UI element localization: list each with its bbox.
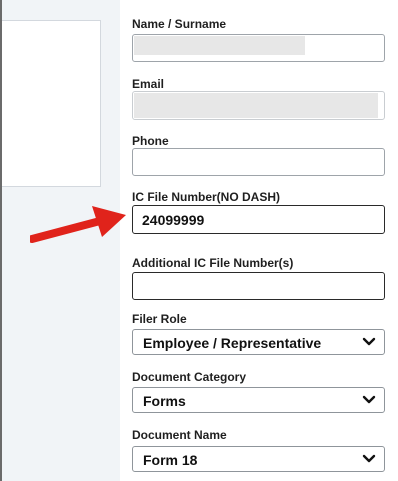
document-category-select[interactable]: Forms bbox=[132, 387, 385, 413]
redacted-value bbox=[134, 36, 305, 55]
additional-ic-label: Additional IC File Number(s) bbox=[132, 256, 294, 270]
document-name-label: Document Name bbox=[132, 428, 227, 442]
ic-file-number-label: IC File Number(NO DASH) bbox=[132, 190, 281, 204]
additional-ic-input[interactable] bbox=[132, 272, 385, 300]
ic-file-number-input[interactable]: 24099999 bbox=[132, 205, 385, 234]
phone-input[interactable] bbox=[132, 148, 385, 176]
ic-file-number-value: 24099999 bbox=[142, 212, 205, 228]
name-surname-label: Name / Surname bbox=[132, 17, 227, 31]
filing-form: Name / Surname Email Phone IC File Numbe… bbox=[120, 0, 398, 481]
red-arrow-icon bbox=[30, 206, 126, 243]
redacted-value bbox=[134, 93, 378, 118]
document-name-select[interactable]: Form 18 bbox=[132, 446, 385, 472]
chevron-down-icon bbox=[362, 395, 376, 404]
filer-role-label: Filer Role bbox=[132, 312, 187, 326]
filer-role-value: Employee / Representative bbox=[143, 335, 322, 351]
email-input[interactable] bbox=[132, 91, 385, 120]
filer-role-select[interactable]: Employee / Representative bbox=[132, 329, 385, 355]
chevron-down-icon bbox=[362, 337, 376, 346]
document-category-value: Forms bbox=[143, 393, 186, 409]
left-card bbox=[2, 20, 101, 187]
phone-label: Phone bbox=[132, 134, 169, 148]
document-category-label: Document Category bbox=[132, 370, 247, 384]
document-name-value: Form 18 bbox=[143, 452, 198, 468]
chevron-down-icon bbox=[362, 454, 376, 463]
name-surname-input[interactable] bbox=[132, 34, 385, 62]
email-label: Email bbox=[132, 77, 165, 91]
